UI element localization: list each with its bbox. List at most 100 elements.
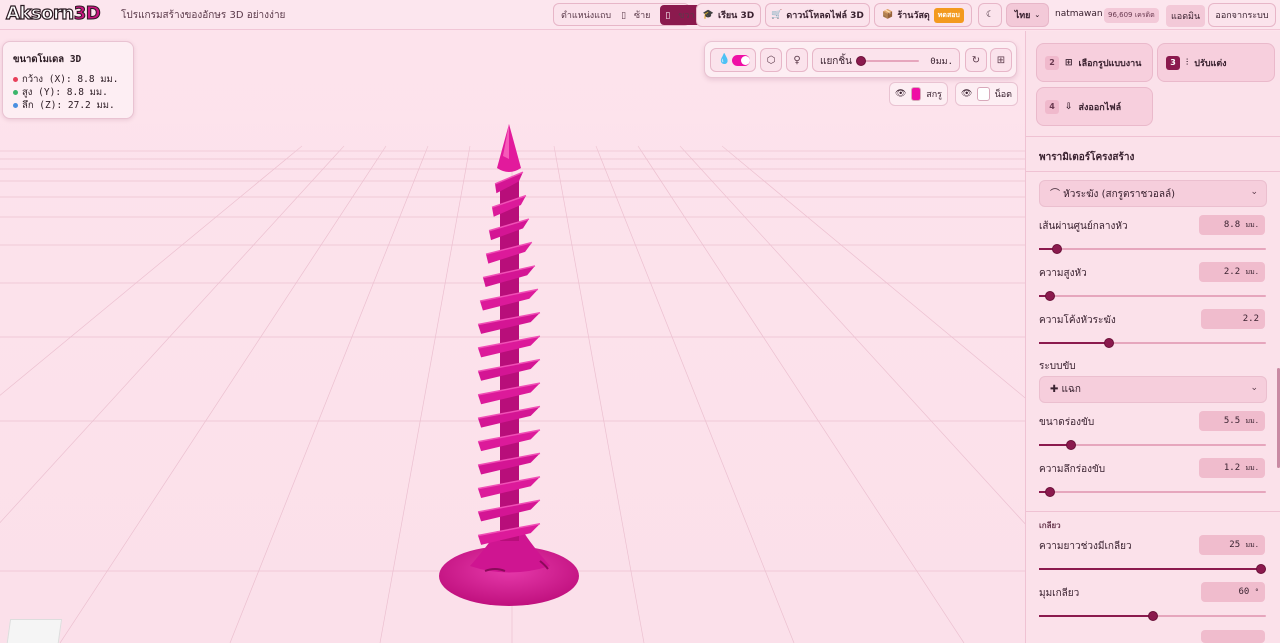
explode-control: แยกชิ้น 0มม. <box>812 48 960 72</box>
app-tagline: โปรแกรมสร้างของอักษร 3D อย่างง่าย <box>121 10 286 21</box>
head-diameter-value[interactable]: 8.8 มม. <box>1199 215 1265 235</box>
logout-button[interactable]: ออกจากระบบ <box>1208 3 1276 27</box>
graduation-cap-icon: 🎓 <box>702 10 714 20</box>
thread-length-label: ความยาวช่วงมีเกลียว <box>1039 541 1132 552</box>
sidebar-position-toggle: ตำแหน่งแถบ ▯ ซ้าย ▯ ขวา <box>553 3 705 26</box>
x-axis-dot <box>13 77 18 82</box>
drive-slot-size-slider[interactable] <box>1039 440 1266 450</box>
drive-slot-depth-label: ความลึกร่องขับ <box>1039 464 1106 475</box>
moon-icon: ☾ <box>985 10 995 20</box>
thread-angle-value[interactable]: 60 ° <box>1201 582 1265 602</box>
slider-thumb[interactable] <box>1045 291 1056 301</box>
head-diameter-label: เส้นผ่านศูนย์กลางหัว <box>1039 221 1128 232</box>
drive-system-label: ระบบขับ <box>1039 361 1076 372</box>
download-3d-button[interactable]: 🛒 ดาวน์โหลดไฟล์ 3D <box>765 3 870 27</box>
explode-slider-thumb[interactable] <box>856 56 866 66</box>
drive-slot-depth-value[interactable]: 1.2 มม. <box>1199 458 1265 478</box>
download-icon: ⇩ <box>1065 101 1073 112</box>
droplet-icon: 💧 <box>718 54 731 65</box>
explode-value: 0มม. <box>930 57 953 67</box>
head-curvature-label: ความโค้งหัวระฆัง <box>1039 315 1116 326</box>
structure-params-heading: พารามิเตอร์โครงสร้าง <box>1039 152 1135 163</box>
cart-icon: 🛒 <box>771 10 783 20</box>
head-curvature-value[interactable]: 2.2 <box>1201 309 1265 329</box>
nut-visibility-toggle[interactable]: 👁 น็อต <box>955 82 1018 106</box>
sliders-icon: ⫶ <box>1186 57 1189 68</box>
app-logo[interactable]: Aksorn3D <box>5 2 101 24</box>
username: natmawan <box>1055 9 1103 19</box>
slider-thumb[interactable] <box>1104 338 1115 348</box>
next-param-value[interactable] <box>1201 630 1265 643</box>
thread-heading: เกลียว <box>1039 521 1061 530</box>
language-select[interactable]: ไทย ⌄ <box>1006 3 1049 27</box>
step-customize[interactable]: 3 ⫶ ปรับแต่ง <box>1157 43 1275 82</box>
screw-visibility-toggle[interactable]: 👁 สกรู <box>889 82 948 106</box>
slider-thumb[interactable] <box>1256 564 1267 574</box>
chevron-down-icon: ⌄ <box>1250 187 1258 197</box>
cube-icon: ⬡ <box>766 54 776 66</box>
lightbulb-icon: ♀ <box>793 54 801 66</box>
viewport-canvas[interactable] <box>0 31 1025 643</box>
box-icon: 📦 <box>882 10 894 20</box>
credits-badge: 96,609 เครดิต <box>1104 8 1159 23</box>
width-readout: กว้าง (X): 8.8 มม. <box>22 74 119 85</box>
explode-slider[interactable] <box>856 56 919 66</box>
y-axis-dot <box>13 90 18 95</box>
dark-mode-button[interactable]: ☾ <box>978 3 1002 27</box>
refresh-icon: ↻ <box>971 54 981 66</box>
reset-view-button[interactable]: ↻ <box>965 48 987 72</box>
grid-toggle-button[interactable]: ⊞ <box>990 48 1012 72</box>
thread-length-slider[interactable] <box>1039 564 1267 574</box>
head-height-value[interactable]: 2.2 มม. <box>1199 262 1265 282</box>
chevron-down-icon: ⌄ <box>1250 383 1258 393</box>
model-dimensions-card: ขนาดโมเดล 3D กว้าง (X): 8.8 มม. สูง (Y):… <box>2 41 134 119</box>
learn-3d-button[interactable]: 🎓 เรียน 3D <box>696 3 761 27</box>
eye-icon: 👁 <box>961 89 973 99</box>
position-label: ตำแหน่งแถบ <box>561 10 612 21</box>
head-diameter-slider[interactable] <box>1039 244 1266 254</box>
step-choose-template[interactable]: 2 ⊞ เลือกรูปแบบงาน <box>1036 43 1153 82</box>
position-left-button[interactable]: ▯ ซ้าย <box>616 5 660 25</box>
drive-type-select[interactable]: ✚ แฉก ⌄ <box>1039 376 1267 403</box>
slider-thumb[interactable] <box>1147 611 1158 621</box>
test-badge: ทดสอบ <box>933 7 964 23</box>
3d-viewport[interactable]: ขนาดโมเดล 3D กว้าง (X): 8.8 มม. สูง (Y):… <box>0 31 1025 643</box>
right-sidebar: 2 ⊞ เลือกรูปแบบงาน 3 ⫶ ปรับแต่ง 4 ⇩ ส่งอ… <box>1025 31 1280 643</box>
grid-icon: ⊞ <box>996 54 1006 66</box>
admin-button[interactable]: แอดมิน <box>1166 5 1206 27</box>
dimensions-title: ขนาดโมเดล 3D <box>13 54 82 65</box>
slider-thumb[interactable] <box>1052 244 1063 254</box>
eye-icon: 👁 <box>895 89 907 99</box>
drive-slot-size-label: ขนาดร่องขับ <box>1039 417 1095 428</box>
nut-label: น็อต <box>994 90 1012 100</box>
height-readout: สูง (Y): 8.8 มม. <box>22 87 108 98</box>
screw-color-swatch[interactable] <box>911 87 922 101</box>
head-curvature-slider[interactable] <box>1039 338 1266 348</box>
step-export-file[interactable]: 4 ⇩ ส่งออกไฟล์ <box>1036 87 1153 126</box>
slider-thumb[interactable] <box>1065 440 1076 450</box>
thread-angle-slider[interactable] <box>1039 611 1266 621</box>
depth-readout: ลึก (Z): 27.2 มม. <box>22 100 115 111</box>
view-cube[interactable] <box>5 619 63 643</box>
nut-color-swatch[interactable] <box>977 87 990 101</box>
z-axis-dot <box>13 103 18 108</box>
light-button[interactable]: ♀ <box>786 48 808 72</box>
thread-length-value[interactable]: 25 มม. <box>1199 535 1265 555</box>
head-height-slider[interactable] <box>1039 291 1266 301</box>
top-bar: Aksorn3D โปรแกรมสร้างของอักษร 3D อย่างง่… <box>0 0 1280 30</box>
viewport-toolbar: 💧 ⬡ ♀ แยกชิ้น 0มม. ↻ ⊞ <box>704 41 1017 78</box>
screw-model[interactable] <box>439 124 579 606</box>
chevron-down-icon: ⌄ <box>1034 11 1041 19</box>
grid-icon: ⊞ <box>1065 57 1073 68</box>
head-height-label: ความสูงหัว <box>1039 268 1087 279</box>
cube-view-button[interactable]: ⬡ <box>760 48 782 72</box>
slider-thumb[interactable] <box>1045 487 1056 497</box>
head-type-select[interactable]: ⌒ หัวระฆัง (สกรูตราชวอลล์) ⌄ <box>1039 180 1267 207</box>
drive-slot-size-value[interactable]: 5.5 มม. <box>1199 411 1265 431</box>
material-shop-button[interactable]: 📦 ร้านวัสดุ ทดสอบ <box>874 3 972 27</box>
drive-slot-depth-slider[interactable] <box>1039 487 1266 497</box>
thread-angle-label: มุมเกลียว <box>1039 588 1080 599</box>
screw-label: สกรู <box>926 90 942 100</box>
color-mode-toggle[interactable]: 💧 <box>710 48 756 72</box>
explode-label: แยกชิ้น <box>820 56 852 67</box>
